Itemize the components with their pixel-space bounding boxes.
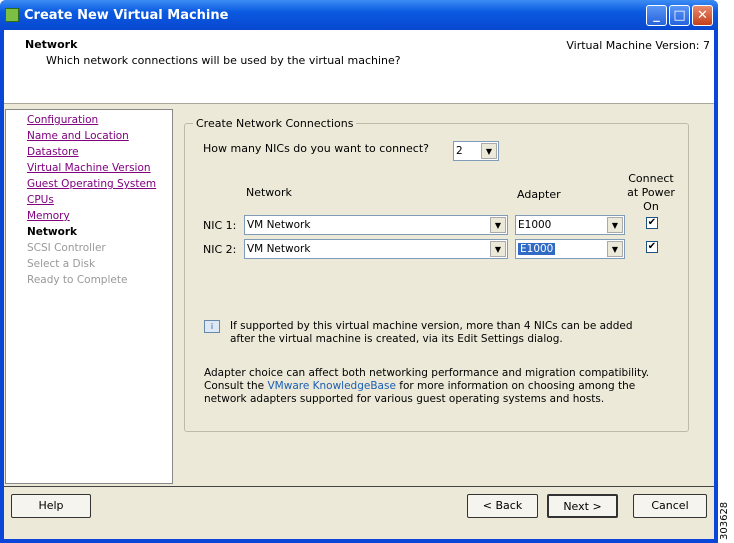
adapter-note: Adapter choice can affect both networkin… (204, 367, 650, 405)
info-icon: i (204, 320, 220, 333)
wizard-window: Create New Virtual Machine _ □ ✕ Network… (0, 0, 718, 543)
info-text: If supported by this virtual machine ver… (230, 320, 633, 345)
nic-count-label: How many NICs do you want to connect? (203, 142, 429, 155)
nic2-connect-checkbox[interactable]: ✔ (646, 241, 658, 253)
chevron-down-icon[interactable]: ▼ (607, 217, 623, 233)
footer-divider (4, 486, 714, 487)
step-guest-operating-system[interactable]: Guest Operating System (27, 178, 156, 190)
vm-version: Virtual Machine Version: 7 (566, 39, 710, 52)
client-area: Network Which network connections will b… (4, 30, 714, 539)
page-header: Network Which network connections will b… (4, 30, 714, 104)
nic1-adapter-select[interactable]: E1000 ▼ (515, 215, 625, 235)
nic-count-select[interactable]: 2 ▼ (453, 141, 499, 161)
nic2-network-select[interactable]: VM Network ▼ (244, 239, 508, 259)
group-label: Create Network Connections (193, 117, 357, 130)
chevron-down-icon[interactable]: ▼ (607, 241, 623, 257)
nic1-label: NIC 1: (203, 219, 237, 232)
chevron-down-icon[interactable]: ▼ (490, 217, 506, 233)
connect-column-header: Connect at Power On (627, 172, 675, 213)
knowledgebase-link[interactable]: VMware KnowledgeBase (267, 380, 395, 392)
figure-id: 303628 (719, 501, 730, 540)
help-button[interactable]: Help (11, 494, 91, 518)
step-datastore[interactable]: Datastore (27, 146, 79, 158)
step-configuration[interactable]: Configuration (27, 114, 98, 126)
step-name-and-location[interactable]: Name and Location (27, 130, 129, 142)
step-ready-to-complete: Ready to Complete (27, 274, 128, 286)
maximize-button[interactable]: □ (669, 5, 690, 26)
chevron-down-icon[interactable]: ▼ (490, 241, 506, 257)
nic2-label: NIC 2: (203, 243, 237, 256)
step-network: Network (27, 226, 78, 238)
app-icon (5, 8, 19, 22)
page-title: Network (25, 38, 78, 51)
adapter-column-header: Adapter (517, 188, 561, 201)
step-virtual-machine-version[interactable]: Virtual Machine Version (27, 162, 151, 174)
network-column-header: Network (246, 186, 292, 199)
title-bar[interactable]: Create New Virtual Machine _ □ ✕ (0, 0, 718, 30)
minimize-button[interactable]: _ (646, 5, 667, 26)
network-connections-group: Create Network Connections How many NICs… (184, 117, 689, 432)
cancel-button[interactable]: Cancel (633, 494, 707, 518)
nic1-network-select[interactable]: VM Network ▼ (244, 215, 508, 235)
back-button[interactable]: < Back (467, 494, 538, 518)
close-button[interactable]: ✕ (692, 5, 713, 26)
chevron-down-icon[interactable]: ▼ (481, 143, 497, 159)
nic1-connect-checkbox[interactable]: ✔ (646, 217, 658, 229)
step-cpus[interactable]: CPUs (27, 194, 54, 206)
step-select-a-disk: Select a Disk (27, 258, 96, 270)
page-subtitle: Which network connections will be used b… (46, 54, 401, 67)
next-button[interactable]: Next > (547, 494, 618, 518)
steps-sidebar: Configuration Name and Location Datastore V… (5, 109, 173, 484)
step-memory[interactable]: Memory (27, 210, 70, 222)
nic2-adapter-select[interactable]: E1000 ▼ (515, 239, 625, 259)
step-scsi-controller: SCSI Controller (27, 242, 106, 254)
window-title: Create New Virtual Machine (24, 8, 229, 23)
